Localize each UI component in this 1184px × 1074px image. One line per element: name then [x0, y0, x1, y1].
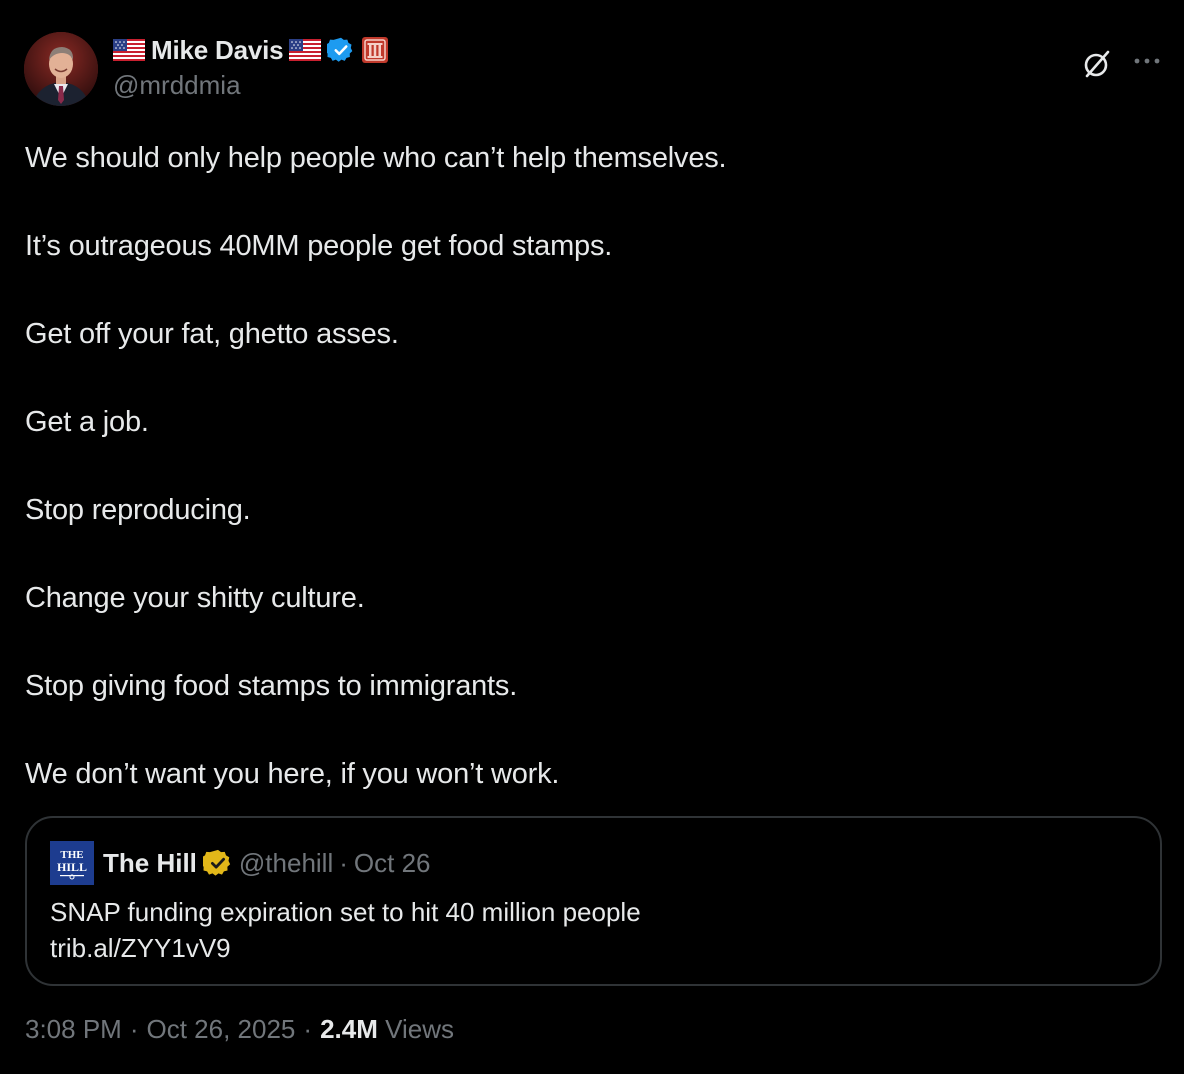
author-handle[interactable]: @mrddmia	[113, 70, 241, 101]
gold-verified-badge-icon[interactable]	[200, 848, 233, 878]
us-flag-icon	[289, 39, 322, 61]
svg-text:HILL: HILL	[57, 860, 87, 874]
tweet-line: Change your shitty culture.	[25, 582, 365, 614]
separator-dot: ·	[303, 1014, 313, 1044]
grok-icon[interactable]	[1081, 48, 1113, 80]
views-label: Views	[385, 1014, 454, 1044]
verified-badge-icon[interactable]	[325, 36, 355, 64]
quoted-author-handle[interactable]: @thehill	[239, 848, 333, 879]
affiliate-badge-icon[interactable]	[361, 36, 389, 64]
more-icon[interactable]	[1132, 48, 1162, 78]
avatar[interactable]	[24, 32, 98, 106]
separator-dot: ·	[339, 847, 348, 878]
tweet-line: It’s outrageous 40MM people get food sta…	[25, 230, 613, 262]
quoted-tweet-text: SNAP funding expiration set to hit 40 mi…	[50, 894, 641, 966]
tweet-meta: 3:08 PM · Oct 26, 2025 · 2.4M Views	[25, 1014, 454, 1045]
tweet-date[interactable]: Oct 26, 2025	[147, 1014, 296, 1045]
author-name-row[interactable]: Mike Davis	[113, 33, 389, 67]
tweet-time[interactable]: 3:08 PM	[25, 1014, 122, 1045]
tweet-text: We should only help people who can’t hel…	[25, 136, 1155, 796]
quoted-tweet-header: The Hill @thehill · Oct 26	[103, 842, 431, 884]
separator-dot: ·	[129, 1014, 139, 1044]
tweet: Mike Davis @mrddmia We should only help …	[0, 0, 1184, 1074]
quoted-tweet-link[interactable]: trib.al/ZYY1vV9	[50, 930, 641, 966]
tweet-line: Get a job.	[25, 406, 149, 438]
the-hill-logo: THE HILL	[50, 841, 94, 885]
tweet-line: We should only help people who can’t hel…	[25, 142, 727, 174]
tweet-line: Stop reproducing.	[25, 494, 251, 526]
us-flag-icon	[113, 39, 145, 61]
quoted-author-name[interactable]: The Hill	[103, 848, 197, 879]
tweet-line: Stop giving food stamps to immigrants.	[25, 670, 518, 702]
tweet-line: Get off your fat, ghetto asses.	[25, 318, 399, 350]
quoted-tweet-card[interactable]: THE HILL The Hill @thehill · Oct 26 SNAP…	[25, 816, 1162, 986]
views-count[interactable]: 2.4M	[320, 1014, 378, 1044]
author-display-name[interactable]: Mike Davis	[151, 35, 284, 66]
quoted-tweet-date[interactable]: Oct 26	[354, 848, 431, 879]
tweet-line: We don’t want you here, if you won’t wor…	[25, 758, 560, 790]
quoted-tweet-line: SNAP funding expiration set to hit 40 mi…	[50, 897, 641, 927]
